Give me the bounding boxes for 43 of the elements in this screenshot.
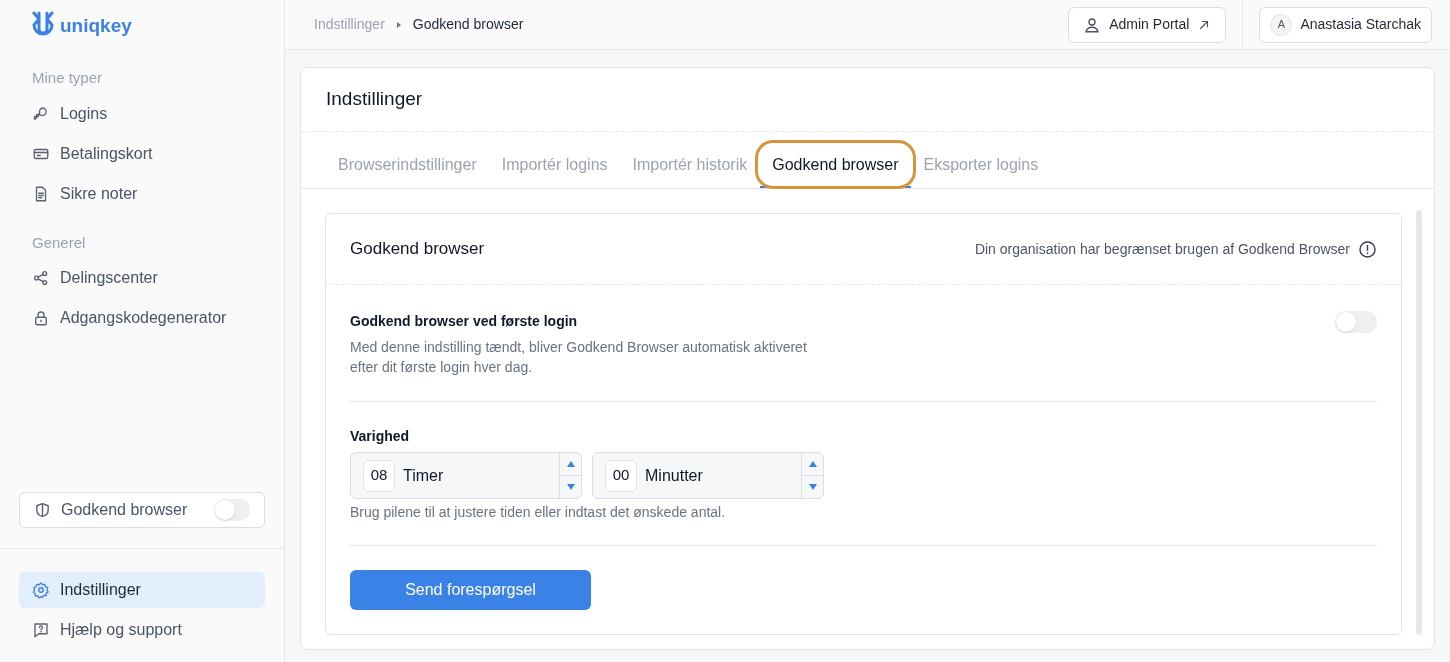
user-avatar: A — [1270, 13, 1293, 36]
section-heading: Mine typer — [31, 68, 104, 88]
field-label: Varighed — [350, 427, 411, 446]
logo-text: uniqkey — [60, 13, 132, 38]
toggle-label: Godkend browser — [61, 500, 189, 520]
restriction-notice: Din organisation har begrænset brugen af Godkend Browser — [974, 239, 1350, 259]
sidebar-item[interactable]: Indstillinger — [19, 572, 265, 608]
page-title: Indstillinger — [326, 87, 423, 112]
user-menu-button[interactable]: A Anastasia Starchak — [1259, 6, 1432, 43]
sidebar-item[interactable]: Betalingskort — [19, 135, 265, 172]
sidebar-item[interactable]: Logins — [19, 95, 265, 132]
number-field[interactable]: 00 — [605, 459, 637, 492]
toggle-switch[interactable] — [1335, 311, 1377, 333]
sidebar-item[interactable]: Adgangskodegenerator — [19, 300, 265, 336]
breadcrumb-current: Godkend browser — [412, 15, 524, 34]
setting-title: Godkend browser ved første login — [350, 312, 579, 331]
user-name: Anastasia Starchak — [1300, 15, 1421, 34]
help-icon — [32, 621, 50, 639]
duration-stepper[interactable]: 08 Timer — [350, 452, 582, 499]
panel-title: Godkend browser — [350, 238, 486, 261]
setting-description: Med denne indstilling tændt, bliver Godkend Browser automatisk aktiveret efter dit første login hver dag. — [350, 338, 808, 377]
sidebar-item[interactable]: Delingscenter — [19, 260, 265, 296]
field-hint: Brug pilene til at justere tiden eller indtast det ønskede antal. — [350, 503, 727, 522]
admin-portal-button[interactable]: Admin Portal — [1068, 6, 1227, 43]
share-icon — [32, 269, 50, 287]
lock-icon — [32, 309, 50, 327]
breadcrumb-separator-icon — [396, 21, 401, 28]
settings-icon — [32, 581, 50, 599]
unit-label: Minutter — [645, 465, 703, 486]
sidebar-item[interactable]: Sikre noter — [19, 175, 265, 212]
shield-icon — [34, 501, 51, 519]
number-field[interactable]: 08 — [363, 459, 395, 492]
send-request-button[interactable]: Send forespørgsel — [350, 570, 591, 610]
info-icon — [1358, 239, 1377, 259]
duration-stepper[interactable]: 00 Minutter — [592, 452, 824, 499]
key-icon — [32, 104, 50, 123]
unit-label: Timer — [403, 465, 444, 486]
section-heading: Generel — [31, 232, 87, 253]
approve-browser-control[interactable]: Godkend browser — [19, 492, 265, 528]
toggle-switch[interactable] — [214, 499, 250, 521]
user-icon — [1083, 15, 1102, 34]
sidebar-item[interactable]: Hjælp og support — [19, 612, 265, 648]
tab[interactable]: Godkend browser — [760, 144, 911, 188]
